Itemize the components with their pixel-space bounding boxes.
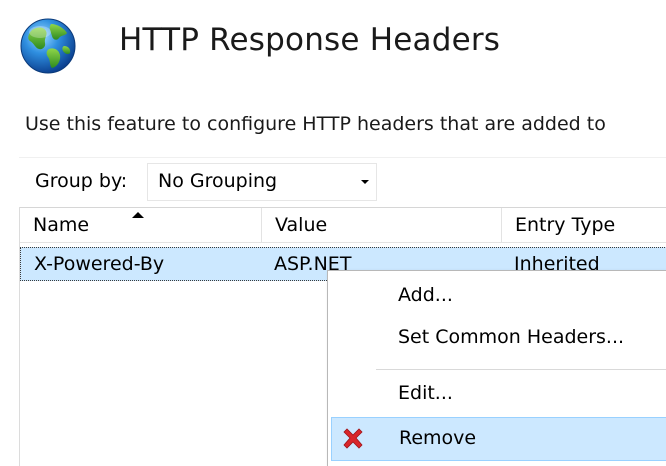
context-menu: Add... Set Common Headers... Edit... Rem… [327, 270, 666, 466]
cell-name: X-Powered-By [34, 253, 165, 275]
menu-item-set-common-headers-label: Set Common Headers... [398, 326, 625, 348]
sort-ascending-icon [132, 212, 144, 218]
menu-item-add-label: Add... [398, 284, 453, 306]
menu-item-remove[interactable]: Remove [331, 417, 666, 461]
column-header-row: Name Value Entry Type [20, 207, 666, 243]
remove-icon [343, 428, 363, 449]
page-title: HTTP Response Headers [119, 22, 501, 58]
column-header-name-label: Name [33, 214, 90, 236]
menu-item-edit[interactable]: Edit... [331, 373, 666, 417]
feature-description: Use this feature to configure HTTP heade… [25, 113, 606, 135]
column-header-value-label: Value [275, 214, 328, 236]
column-header-value[interactable]: Value [262, 208, 502, 242]
column-header-entry-type-label: Entry Type [515, 214, 616, 236]
group-by-value: No Grouping [158, 170, 278, 192]
menu-item-set-common-headers[interactable]: Set Common Headers... [331, 317, 666, 361]
menu-item-add[interactable]: Add... [331, 275, 666, 319]
menu-separator [376, 369, 666, 370]
group-by-dropdown[interactable]: No Grouping [147, 163, 377, 201]
group-by-label: Group by: [35, 170, 128, 192]
globe-icon [20, 18, 76, 74]
menu-item-remove-label: Remove [399, 427, 477, 449]
column-header-entry-type[interactable]: Entry Type [502, 208, 666, 242]
column-header-name[interactable]: Name [20, 208, 262, 242]
chevron-down-icon[interactable] [361, 180, 369, 184]
menu-item-edit-label: Edit... [398, 382, 453, 404]
